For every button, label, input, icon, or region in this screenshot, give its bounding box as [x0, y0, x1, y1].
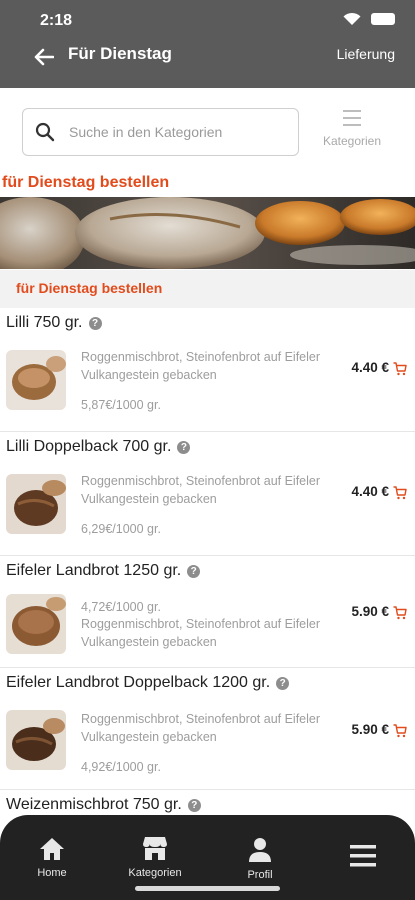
- product-name-text: Weizenmischbrot 750 gr.: [6, 796, 182, 813]
- product-price: 5.90 €: [351, 604, 389, 619]
- sub-header-label: für Dienstag bestellen: [16, 280, 163, 296]
- description-line: Vulkangestein gebacken: [81, 368, 217, 382]
- status-time: 2:18: [40, 12, 73, 29]
- help-icon[interactable]: ?: [177, 440, 191, 454]
- description-line: Vulkangestein gebacken: [81, 492, 217, 506]
- unit-price: 4,72€/1000 gr.: [81, 600, 161, 614]
- wifi-icon: [343, 12, 361, 25]
- cart-icon[interactable]: [393, 606, 407, 620]
- product-image[interactable]: [6, 710, 66, 770]
- product-row[interactable]: Eifeler Landbrot 1250 gr. ? 4,72€/1000 g…: [0, 556, 415, 668]
- product-price: 4.40 €: [351, 484, 389, 499]
- product-price: 4.40 €: [351, 360, 389, 375]
- help-icon[interactable]: ?: [88, 316, 102, 330]
- cart-icon[interactable]: [393, 362, 407, 376]
- banner-image: [0, 197, 415, 269]
- product-name-text: Eifeler Landbrot 1250 gr.: [6, 562, 182, 579]
- product-description: Roggenmischbrot, Steinofenbrot auf Eifel…: [81, 472, 336, 508]
- back-button[interactable]: [30, 44, 58, 70]
- sub-header: für Dienstag bestellen: [0, 270, 415, 308]
- help-icon[interactable]: ?: [187, 564, 201, 578]
- person-icon: [249, 838, 271, 862]
- home-icon: [40, 838, 64, 860]
- description-line: Vulkangestein gebacken: [81, 635, 217, 649]
- menu-icon: [343, 110, 361, 126]
- nav-profile-label: Profil: [247, 869, 273, 881]
- search-input[interactable]: [69, 124, 279, 140]
- search-box[interactable]: [22, 108, 299, 156]
- app-bar: 2:18 Für Dienstag Lieferung: [0, 0, 415, 88]
- help-icon[interactable]: ?: [276, 676, 290, 690]
- page-title: Für Dienstag: [68, 44, 172, 63]
- nav-menu[interactable]: [323, 845, 403, 873]
- cart-icon[interactable]: [393, 486, 407, 500]
- product-image[interactable]: [6, 594, 66, 654]
- unit-price: 5,87€/1000 gr.: [81, 398, 161, 412]
- section-title: für Dienstag bestellen: [2, 174, 170, 191]
- categories-toggle[interactable]: Kategorien: [312, 110, 392, 156]
- delivery-button[interactable]: Lieferung: [337, 46, 395, 62]
- menu-icon: [350, 845, 376, 867]
- product-name: Eifeler Landbrot Doppelback 1200 gr. ?: [6, 674, 290, 692]
- product-row[interactable]: Lilli 750 gr. ? Roggenmischbrot, Steinof…: [0, 308, 415, 432]
- arrow-left-icon: [34, 48, 54, 66]
- store-icon: [143, 837, 167, 860]
- product-description: Roggenmischbrot, Steinofenbrot auf Eifel…: [81, 348, 336, 384]
- search-icon: [35, 122, 55, 142]
- product-name: Eifeler Landbrot 1250 gr. ?: [6, 562, 201, 580]
- nav-categories[interactable]: Kategorien: [115, 835, 195, 879]
- nav-profile[interactable]: Profil: [220, 837, 300, 881]
- unit-price: 4,92€/1000 gr.: [81, 760, 161, 774]
- description-line: Vulkangestein gebacken: [81, 730, 217, 744]
- product-name: Lilli Doppelback 700 gr. ?: [6, 438, 191, 456]
- nav-home[interactable]: Home: [12, 837, 92, 879]
- nav-categories-label: Kategorien: [128, 867, 182, 879]
- description-line: Roggenmischbrot, Steinofenbrot auf Eifel…: [81, 474, 321, 488]
- battery-icon: [371, 13, 395, 25]
- product-name: Lilli 750 gr. ?: [6, 314, 102, 332]
- product-description: Roggenmischbrot, Steinofenbrot auf Eifel…: [81, 710, 336, 746]
- product-row[interactable]: Lilli Doppelback 700 gr. ? Roggenmischbr…: [0, 432, 415, 556]
- product-name: Weizenmischbrot 750 gr. ?: [6, 796, 201, 814]
- cart-icon[interactable]: [393, 724, 407, 738]
- product-name-text: Eifeler Landbrot Doppelback 1200 gr.: [6, 674, 271, 691]
- help-icon[interactable]: ?: [187, 798, 201, 812]
- description-line: Roggenmischbrot, Steinofenbrot auf Eifel…: [81, 712, 321, 726]
- categories-toggle-label: Kategorien: [322, 134, 382, 148]
- product-image[interactable]: [6, 350, 66, 410]
- nav-home-label: Home: [37, 867, 67, 879]
- product-price: 5.90 €: [351, 722, 389, 737]
- product-name-text: Lilli 750 gr.: [6, 314, 83, 331]
- home-indicator: [135, 886, 280, 891]
- product-name-text: Lilli Doppelback 700 gr.: [6, 438, 172, 455]
- description-line: Roggenmischbrot, Steinofenbrot auf Eifel…: [81, 350, 321, 364]
- product-description: Roggenmischbrot, Steinofenbrot auf Eifel…: [81, 615, 336, 651]
- search-row: Kategorien: [0, 92, 415, 172]
- description-line: Roggenmischbrot, Steinofenbrot auf Eifel…: [81, 617, 321, 631]
- product-image[interactable]: [6, 474, 66, 534]
- unit-price: 6,29€/1000 gr.: [81, 522, 161, 536]
- product-row[interactable]: Eifeler Landbrot Doppelback 1200 gr. ? R…: [0, 668, 415, 790]
- status-icons: [343, 12, 395, 26]
